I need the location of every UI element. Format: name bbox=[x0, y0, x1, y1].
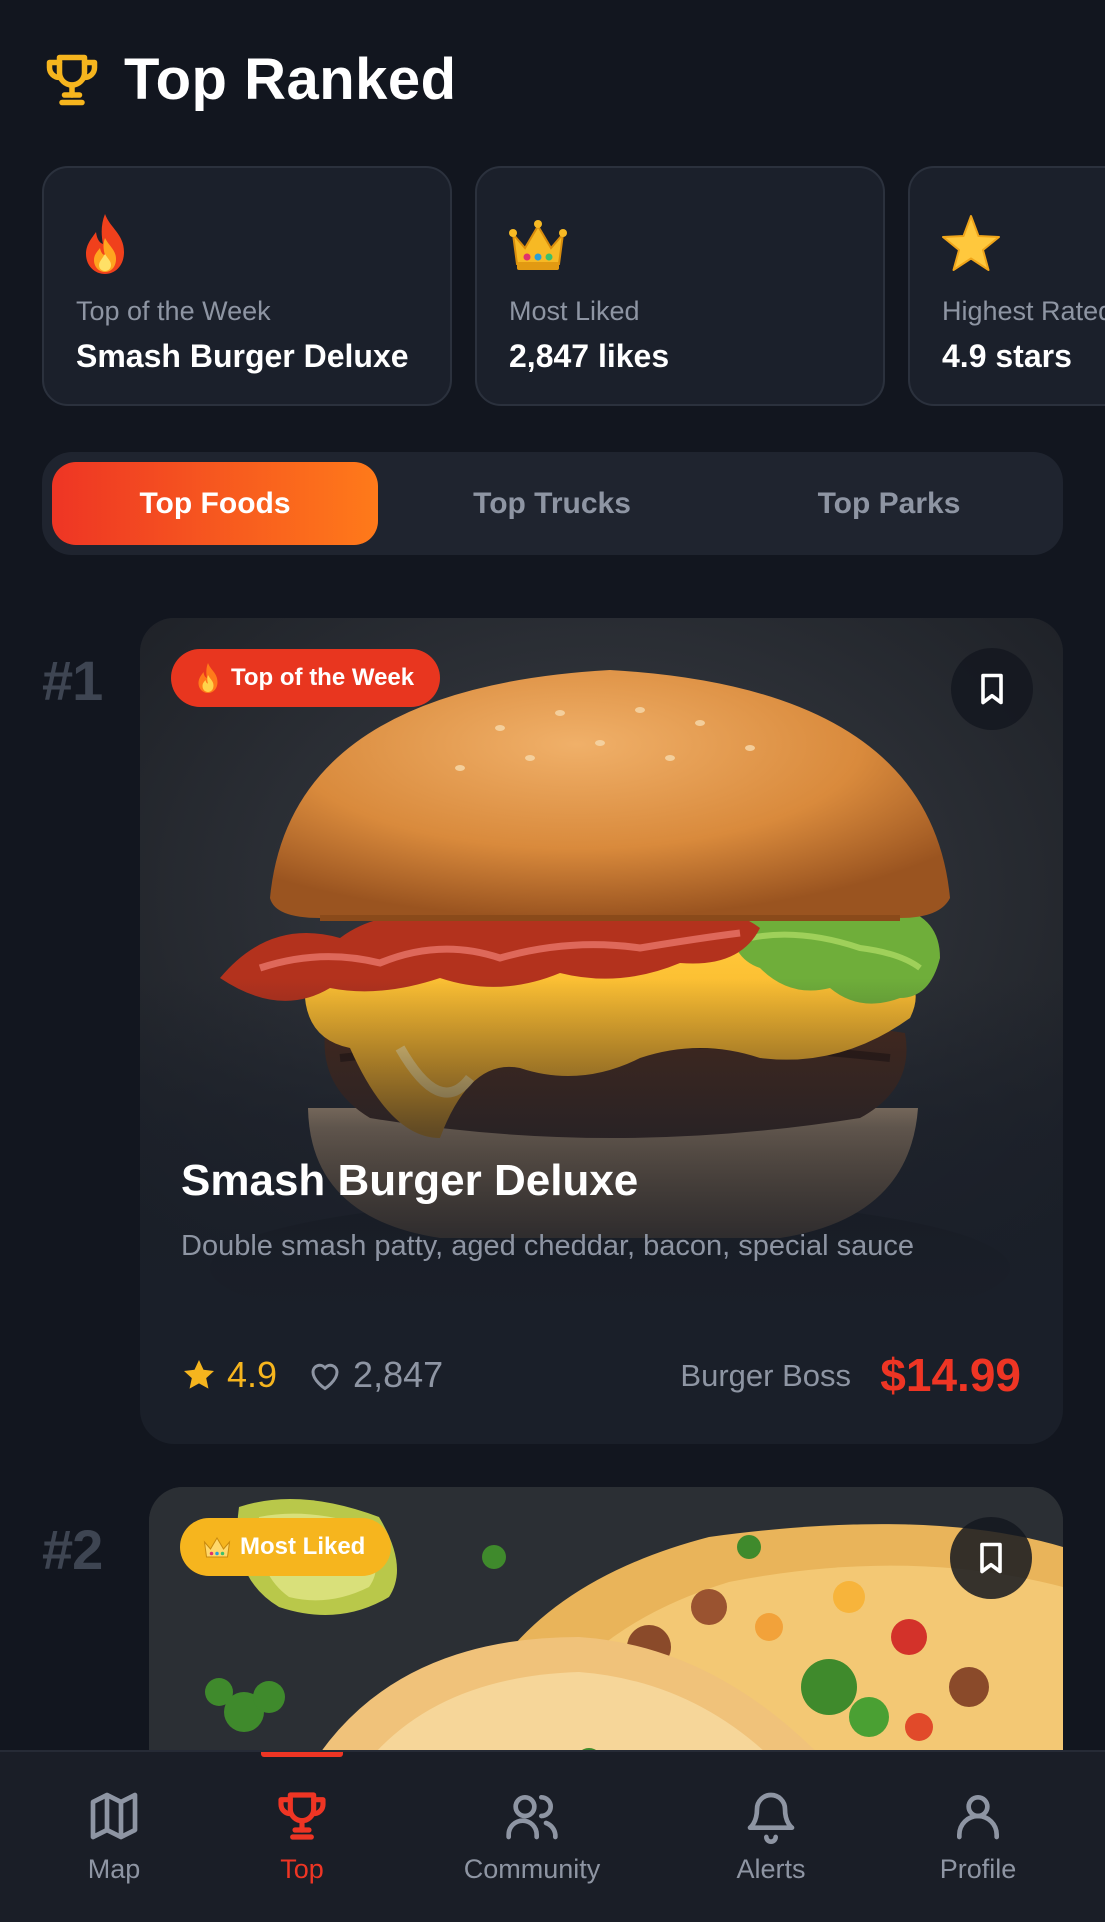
fire-icon bbox=[86, 214, 124, 274]
food-title: Smash Burger Deluxe bbox=[181, 1156, 639, 1205]
badge-label: Top of the Week bbox=[231, 664, 415, 691]
bookmark-button[interactable] bbox=[951, 648, 1033, 730]
highlights-carousel[interactable]: Top of the Week Smash Burger Deluxe Most… bbox=[42, 166, 1105, 410]
tab-top-trucks[interactable]: Top Trucks bbox=[389, 462, 715, 545]
nav-label: Top bbox=[280, 1854, 324, 1884]
nav-top[interactable]: Top bbox=[212, 1788, 392, 1885]
highlight-label: Highest Rated bbox=[942, 296, 1105, 326]
highlight-label: Top of the Week bbox=[76, 296, 271, 326]
nav-profile[interactable]: Profile bbox=[888, 1788, 1068, 1885]
food-card[interactable]: Most Liked bbox=[149, 1487, 1063, 1787]
page-title: Top Ranked bbox=[124, 47, 457, 112]
trophy-icon bbox=[46, 54, 98, 105]
heart-icon bbox=[311, 1363, 339, 1391]
bottom-nav: Map Top Community Alerts Profile bbox=[0, 1750, 1105, 1922]
bookmark-button[interactable] bbox=[950, 1517, 1032, 1599]
likes-count: 2,847 bbox=[353, 1354, 444, 1395]
food-description: Double smash patty, aged cheddar, bacon,… bbox=[181, 1230, 914, 1262]
page-header: Top Ranked bbox=[42, 46, 457, 113]
top-week-badge: Top of the Week bbox=[171, 649, 441, 707]
bookmark-icon bbox=[981, 673, 1003, 705]
bell-icon bbox=[747, 1792, 795, 1844]
vendor-name[interactable]: Burger Boss bbox=[680, 1358, 851, 1394]
highlight-value: 2,847 likes bbox=[509, 338, 670, 374]
tab-top-foods[interactable]: Top Foods bbox=[52, 462, 378, 545]
fire-icon bbox=[198, 663, 218, 693]
nav-label: Community bbox=[463, 1854, 601, 1884]
nav-alerts[interactable]: Alerts bbox=[681, 1788, 861, 1885]
badge-label: Most Liked bbox=[240, 1533, 366, 1560]
highlight-card-highest-rated[interactable]: Highest Rated 4.9 stars bbox=[908, 166, 1105, 406]
food-stats: 4.9 2,847 bbox=[181, 1354, 443, 1396]
rank-label: #1 bbox=[42, 649, 103, 712]
rating: 4.9 bbox=[181, 1354, 277, 1396]
nav-label: Profile bbox=[939, 1854, 1017, 1884]
nav-community[interactable]: Community bbox=[442, 1788, 622, 1885]
food-price: $14.99 bbox=[880, 1349, 1021, 1401]
highlight-value: Smash Burger Deluxe bbox=[76, 338, 409, 374]
tab-top-parks[interactable]: Top Parks bbox=[726, 462, 1052, 545]
rank-label: #2 bbox=[42, 1518, 103, 1581]
users-icon bbox=[506, 1795, 558, 1840]
nav-label: Alerts bbox=[736, 1854, 806, 1884]
rating-value: 4.9 bbox=[227, 1354, 278, 1395]
highlight-card-top-week[interactable]: Top of the Week Smash Burger Deluxe bbox=[42, 166, 452, 406]
user-icon bbox=[957, 1795, 999, 1840]
highlight-value: 4.9 stars bbox=[942, 338, 1072, 374]
highlight-card-most-liked[interactable]: Most Liked 2,847 likes bbox=[475, 166, 885, 406]
highlight-label: Most Liked bbox=[509, 296, 640, 326]
crown-icon bbox=[509, 220, 567, 270]
trophy-icon bbox=[278, 1792, 326, 1840]
food-card[interactable]: Top of the Week Smash Burger Deluxe Doub… bbox=[140, 618, 1063, 1444]
nav-map[interactable]: Map bbox=[24, 1788, 204, 1885]
active-tab-indicator bbox=[261, 1752, 343, 1757]
map-icon bbox=[90, 1792, 138, 1840]
star-icon bbox=[942, 215, 1000, 271]
crown-icon bbox=[203, 1537, 231, 1558]
most-liked-badge: Most Liked bbox=[180, 1518, 392, 1576]
category-tabs: Top Foods Top Trucks Top Parks bbox=[42, 452, 1063, 555]
nav-label: Map bbox=[87, 1854, 141, 1884]
star-icon bbox=[184, 1360, 214, 1389]
bookmark-icon bbox=[980, 1542, 1002, 1574]
likes[interactable]: 2,847 bbox=[307, 1354, 443, 1396]
